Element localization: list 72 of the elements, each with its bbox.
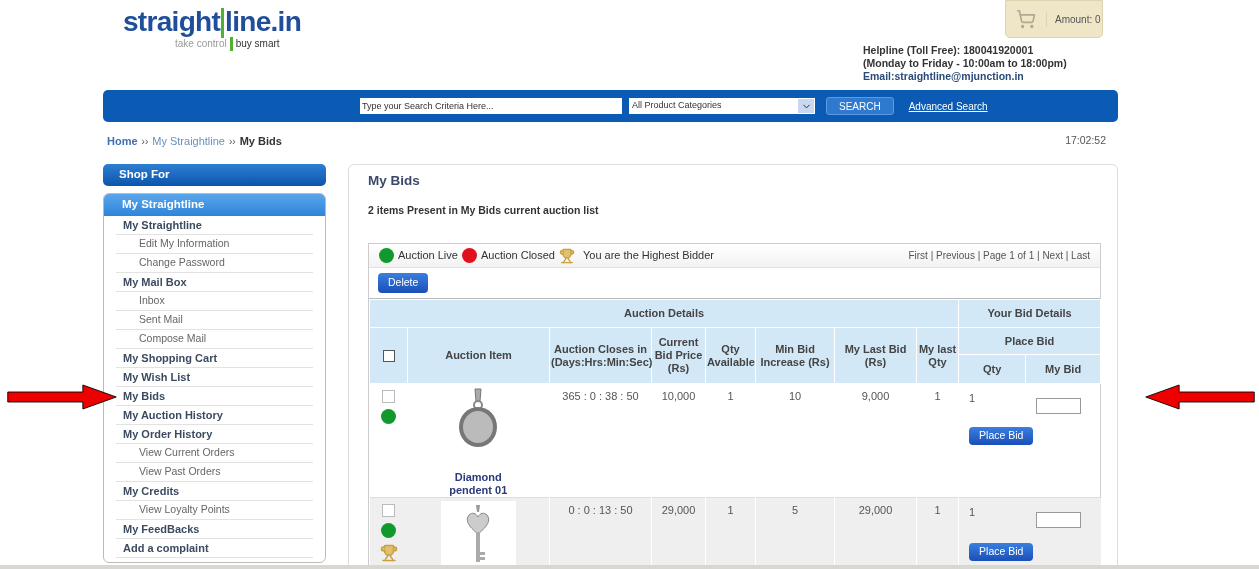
sidebar-link[interactable]: My Straightline (116, 216, 202, 234)
row-checkbox[interactable] (382, 504, 395, 517)
row-checkbox[interactable] (382, 390, 395, 403)
column-header: Auction Item (407, 327, 550, 384)
email-text: Email:straightline@mjunction.in (863, 70, 1025, 83)
legend-label: Auction Closed (480, 248, 555, 264)
shop-for-header[interactable]: Shop For (103, 164, 326, 186)
column-header: My Last Bid (Rs) (834, 327, 917, 384)
search-button[interactable]: SEARCH (826, 97, 894, 115)
breadcrumb-link[interactable]: Home (107, 132, 138, 150)
table-group-header: Auction Details (369, 299, 959, 328)
column-header: My Bid (1025, 354, 1101, 384)
table-cell: 1 (705, 383, 756, 498)
sidebar-sublink[interactable]: Inbox (116, 293, 165, 309)
sidebar-link[interactable]: Add a complaint (116, 539, 209, 557)
table-cell: 365 : 0 : 38 : 50 (549, 383, 652, 498)
table-cell: 9,000 (834, 383, 917, 498)
sidebar-link[interactable]: My FeedBacks (116, 520, 200, 538)
select-all-checkbox[interactable] (382, 350, 395, 363)
sidebar-sublink[interactable]: View Current Orders (116, 445, 235, 461)
auction-item-link[interactable]: Diamond pendent 01 (443, 471, 514, 497)
breadcrumb-separator: ›› (229, 134, 236, 149)
table-cell: 10,000 (651, 383, 706, 498)
cart-summary[interactable]: Amount: 0 (1005, 0, 1103, 38)
category-dropdown[interactable]: All Product Categories (629, 98, 815, 114)
place-bid-button[interactable]: Place Bid (969, 542, 1034, 561)
breadcrumb-separator: ›› (141, 134, 149, 149)
sidebar-link[interactable]: My Shopping Cart (116, 349, 218, 367)
column-header: Current Bid Price (Rs) (651, 327, 706, 384)
advanced-search-link[interactable]: Advanced Search (908, 98, 988, 114)
sidebar-link[interactable]: My Order History (116, 425, 213, 443)
trophy-icon (558, 247, 575, 264)
cart-icon (1016, 9, 1036, 29)
sidebar-link[interactable]: My Bids (116, 387, 166, 405)
legend-label: You are the Highest Bidder (582, 248, 714, 264)
legend-label: Auction Live (398, 248, 458, 264)
table-cell-text: 1 (969, 391, 976, 406)
summary-text: 2 items Present in My Bids current auction list (368, 203, 600, 219)
column-header: Place Bid (958, 327, 1101, 355)
bid-input[interactable] (1035, 512, 1081, 528)
table-cell: 10 (755, 383, 835, 498)
sidebar-link[interactable]: My Wish List (116, 368, 191, 386)
table-group-header: Your Bid Details (958, 299, 1101, 328)
search-field[interactable]: Type your Search Criteria Here... (360, 98, 622, 114)
pagination-links[interactable]: First | Previous | Page 1 of 1 | Next | Last (908, 248, 1090, 263)
column-header: Qty (958, 354, 1026, 384)
sidebar-link[interactable]: My Mail Box (116, 273, 187, 291)
place-bid-button[interactable]: Place Bid (969, 426, 1034, 445)
sidebar-link[interactable]: My Auction History (116, 406, 223, 424)
sidebar-link[interactable]: My Credits (116, 482, 180, 500)
column-header: Auction Closes in (Days:Hrs:Min:Sec) (549, 327, 652, 384)
sidebar-section-header: My Straightline (104, 194, 325, 216)
breadcrumb-current: My Bids (239, 133, 282, 149)
helpline-text: (Monday to Friday - 10:00am to 18:00pm) (863, 57, 1068, 70)
sidebar-sublink[interactable]: View Past Orders (116, 464, 221, 480)
table-cell-text: 1 (969, 505, 976, 520)
delete-button[interactable]: Delete (378, 273, 429, 293)
bid-input[interactable] (1035, 398, 1081, 414)
column-header: Min Bid Increase (Rs) (755, 327, 835, 384)
sidebar-sublink[interactable]: View Loyalty Points (116, 502, 230, 518)
sidebar-sublink[interactable]: Edit My Information (116, 236, 230, 252)
sidebar-sublink[interactable]: Compose Mail (116, 331, 207, 347)
helpline-text: Helpline (Toll Free): 180041920001 (863, 44, 1035, 57)
column-header: My last Qty (916, 327, 959, 384)
breadcrumb-link[interactable]: My Straightline (152, 132, 225, 150)
sidebar-sublink[interactable]: Change Password (116, 255, 225, 271)
sidebar-sublink[interactable]: Sent Mail (116, 312, 183, 328)
page-title: My Bids (368, 172, 421, 190)
logo[interactable]: straight line.in take control buy smart (123, 8, 302, 90)
column-header: Qty Available (705, 327, 756, 384)
table-cell: 1 (916, 383, 959, 498)
clock-text: 17:02:52 (1065, 133, 1106, 149)
